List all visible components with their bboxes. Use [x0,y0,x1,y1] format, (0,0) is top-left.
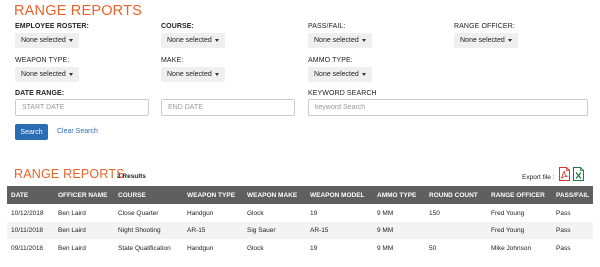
caret-down-icon [214,39,219,42]
table-cell: Glock [247,245,264,252]
table-cell: 9 MM [377,210,394,217]
ammo-type-dropdown[interactable]: None selected [308,67,372,82]
pass-fail-label: PASS/FAIL: [308,23,346,30]
column-header: WEAPON MODEL [310,192,365,199]
end-date-input[interactable] [161,99,295,116]
ammo-type-value: None selected [314,71,359,78]
table-cell: 19 [310,210,318,217]
range-officer-dropdown[interactable]: None selected [454,33,518,48]
table-cell: Ben Laird [58,210,86,217]
make-dropdown[interactable]: None selected [161,67,225,82]
column-header: WEAPON MAKE [247,192,298,199]
results-title: RANGE REPORTS [14,167,125,181]
caret-down-icon [214,73,219,76]
caret-down-icon [68,39,73,42]
course-value: None selected [167,37,212,44]
start-date-input[interactable] [15,99,149,116]
employee-roster-dropdown[interactable]: None selected [15,33,79,48]
table-cell: Ben Laird [58,245,86,252]
column-header: ROUND COUNT [429,192,478,199]
ammo-type-label: AMMO TYPE: [308,57,353,64]
column-header: PASS/FAIL [556,192,590,199]
employee-roster-value: None selected [21,37,66,44]
table-cell: Sig Sauer [247,227,276,234]
table-cell: 150 [429,210,440,217]
pdf-file-icon[interactable] [559,167,570,181]
date-range-label: DATE RANGE: [15,90,65,97]
export-label: Export file : [522,174,555,181]
column-header: WEAPON TYPE [187,192,236,199]
table-cell: State Qualification [118,245,171,252]
weapon-type-label: WEAPON TYPE: [15,57,70,64]
column-header: RANGE OFFICER [491,192,545,199]
excel-file-icon[interactable] [573,167,584,181]
weapon-type-value: None selected [21,71,66,78]
caret-down-icon [361,39,366,42]
keyword-search-input[interactable] [308,99,588,116]
table-cell: Close Quarter [118,210,159,217]
pass-fail-dropdown[interactable]: None selected [308,33,372,48]
make-value: None selected [167,71,212,78]
caret-down-icon [361,73,366,76]
pass-fail-value: None selected [314,37,359,44]
make-label: MAKE: [161,57,184,64]
clear-search-link[interactable]: Clear Search [57,128,98,135]
range-officer-label: RANGE OFFICER: [454,23,515,30]
column-header: DATE [11,192,29,199]
keyword-search-label: KEYWORD SEARCH [308,90,377,97]
table-cell: AR-15 [310,227,329,234]
table-cell: Handgun [187,245,214,252]
table-cell: Fred Young [491,210,525,217]
caret-down-icon [507,39,512,42]
employee-roster-label: EMPLOYEE ROSTER: [15,23,89,30]
table-cell: Pass [556,245,571,252]
table-cell: Glock [247,210,264,217]
table-cell: Night Shooting [118,227,161,234]
table-cell: Mike Johnson [491,245,532,252]
table-cell: AR-15 [187,227,206,234]
table-cell: 9 MM [377,227,394,234]
table-cell: Pass [556,227,571,234]
results-count: 3 Results [117,173,146,180]
search-button[interactable]: Search [15,124,48,140]
column-header: OFFICER NAME [58,192,108,199]
table-cell: 10/11/2018 [11,227,44,234]
table-cell: Ben Laird [58,227,86,234]
caret-down-icon [68,73,73,76]
range-officer-value: None selected [460,37,505,44]
column-header: COURSE [118,192,146,199]
table-cell: 19 [310,245,318,252]
table-cell: 50 [429,245,437,252]
table-cell: Pass [556,210,571,217]
table-cell: Fred Young [491,227,525,234]
table-cell: 9 MM [377,245,394,252]
table-cell: 10/12/2018 [11,210,44,217]
page-title: RANGE REPORTS [14,3,143,19]
course-label: COURSE: [161,23,194,30]
table-cell: Handgun [187,210,214,217]
column-header: AMMO TYPE [377,192,417,199]
course-dropdown[interactable]: None selected [161,33,225,48]
weapon-type-dropdown[interactable]: None selected [15,67,79,82]
table-cell: 09/11/2018 [11,245,44,252]
